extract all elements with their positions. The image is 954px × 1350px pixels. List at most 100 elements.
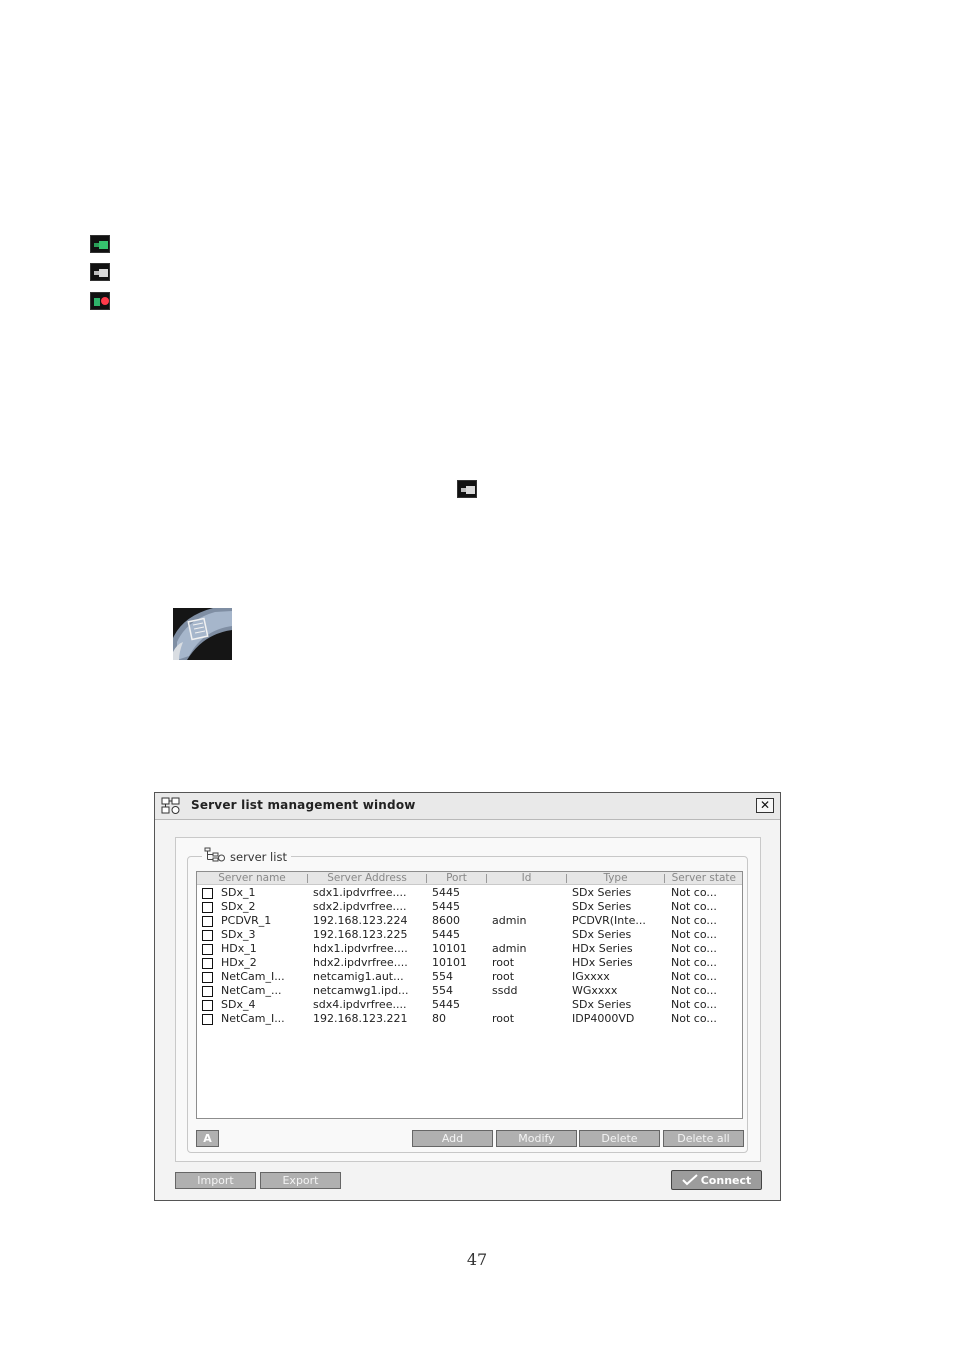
cell-server-address: 192.168.123.224 [313,914,408,927]
column-header-server-address[interactable]: Server Address [308,872,426,884]
row-checkbox[interactable] [202,930,213,941]
cell-server-address: netcamig1.aut... [313,970,404,983]
table-row[interactable]: HDx_1 hdx1.ipdvrfree.... 10101 admin HDx Ser… [197,942,742,956]
cell-server-name: SDx_4 [221,998,256,1011]
window-title: Server list management window [191,798,416,812]
camera-idle-icon [457,480,477,498]
modify-button[interactable]: Modify [496,1130,577,1147]
row-checkbox[interactable] [202,986,213,997]
camera-connected-icon [90,235,110,253]
cell-type: PCDVR(Inte... [572,914,646,927]
cell-type: SDx Series [572,998,632,1011]
cell-id: admin [492,942,527,955]
cell-type: IDP4000VD [572,1012,635,1025]
row-checkbox[interactable] [202,944,213,955]
row-checkbox[interactable] [202,1014,213,1025]
table-row[interactable]: NetCam_... netcamwg1.ipd... 554 ssdd WGxxxx N… [197,984,742,998]
cell-port: 8600 [432,914,460,927]
cell-server-address: 192.168.123.221 [313,1012,408,1025]
cell-port: 10101 [432,956,467,969]
server-list-knob-icon [173,608,232,660]
cell-type: HDx Series [572,942,633,955]
cell-id [492,886,564,900]
cell-port: 10101 [432,942,467,955]
table-row[interactable]: SDx_4 sdx4.ipdvrfree.... 5445 SDx Series Not… [197,998,742,1012]
column-header-server-name[interactable]: Server name [197,872,307,884]
cell-id [492,998,564,1012]
row-checkbox[interactable] [202,888,213,899]
row-checkbox[interactable] [202,916,213,927]
row-checkbox[interactable] [202,902,213,913]
cell-port: 80 [432,1012,446,1025]
cell-server-address: sdx1.ipdvrfree.... [313,886,407,899]
cell-port: 5445 [432,900,460,913]
table-row[interactable]: PCDVR_1 192.168.123.224 8600 admin PCDVR(Int… [197,914,742,928]
cell-port: 5445 [432,886,460,899]
cell-id: root [492,956,515,969]
cell-id: root [492,970,515,983]
import-button[interactable]: Import [175,1172,256,1189]
table-row[interactable]: SDx_3 192.168.123.225 5445 SDx Series Not co… [197,928,742,942]
cell-server-address: hdx2.ipdvrfree.... [313,956,408,969]
column-header-id[interactable]: Id [487,872,566,884]
cell-server-state: Not co... [671,998,717,1011]
group-label: server list [230,850,287,864]
cell-id [492,900,564,914]
export-button[interactable]: Export [260,1172,341,1189]
cell-id: root [492,1012,515,1025]
cell-server-address: 192.168.123.225 [313,928,408,941]
table-row[interactable]: NetCam_I... 192.168.123.221 80 root IDP4000V… [197,1012,742,1026]
cell-server-name: NetCam_... [221,984,282,997]
page-number: 47 [466,1250,488,1269]
table-row[interactable]: HDx_2 hdx2.ipdvrfree.... 10101 root HDx Seri… [197,956,742,970]
row-checkbox[interactable] [202,1000,213,1011]
cell-type: IGxxxx [572,970,610,983]
column-header-type[interactable]: Type [567,872,664,884]
cell-type: SDx Series [572,900,632,913]
cell-id [492,928,564,942]
table-row[interactable]: SDx_2 sdx2.ipdvrfree.... 5445 SDx Series Not… [197,900,742,914]
cell-server-state: Not co... [671,970,717,983]
server-table[interactable]: Server name Server Address Port Id Type … [196,871,743,1119]
cell-server-name: HDx_2 [221,956,257,969]
cell-server-state: Not co... [671,914,717,927]
cell-type: SDx Series [572,928,632,941]
row-checkbox[interactable] [202,972,213,983]
cell-id: ssdd [492,984,518,997]
table-row[interactable]: SDx_1 sdx1.ipdvrfree.... 5445 SDx Series Not… [197,886,742,900]
cell-server-name: HDx_1 [221,942,257,955]
cell-server-name: PCDVR_1 [221,914,272,927]
cell-port: 5445 [432,928,460,941]
cell-server-name: SDx_2 [221,900,256,913]
server-network-icon [161,797,181,819]
column-header-server-state[interactable]: Server state [665,872,742,884]
checkmark-icon [682,1174,698,1186]
table-row[interactable]: NetCam_I... netcamig1.aut... 554 root IGxxxx… [197,970,742,984]
connect-button[interactable]: Connect [671,1170,762,1190]
cell-server-name: NetCam_I... [221,1012,285,1025]
cell-server-state: Not co... [671,984,717,997]
cell-server-name: NetCam_I... [221,970,285,983]
delete-all-button[interactable]: Delete all [663,1130,744,1147]
window-titlebar[interactable]: Server list management window ✕ [155,793,780,820]
cell-server-state: Not co... [671,956,717,969]
cell-server-address: netcamwg1.ipd... [313,984,409,997]
cell-server-state: Not co... [671,1012,717,1025]
cell-server-address: sdx4.ipdvrfree.... [313,998,407,1011]
cell-id: admin [492,914,527,927]
column-header-port[interactable]: Port [427,872,486,884]
add-button[interactable]: Add [412,1130,493,1147]
server-list-group: server list Server name Server Address P… [187,847,748,1153]
cell-server-state: Not co... [671,886,717,899]
select-all-button[interactable]: A [196,1130,219,1147]
cell-server-address: sdx2.ipdvrfree.... [313,900,407,913]
camera-idle-icon [90,263,110,281]
camera-recording-icon [90,292,110,310]
delete-button[interactable]: Delete [579,1130,660,1147]
server-list-window: Server list management window ✕ server l… [154,792,781,1201]
close-icon: ✕ [759,798,771,812]
row-checkbox[interactable] [202,958,213,969]
close-button[interactable]: ✕ [756,798,774,813]
cell-type: SDx Series [572,886,632,899]
cell-server-name: SDx_3 [221,928,256,941]
